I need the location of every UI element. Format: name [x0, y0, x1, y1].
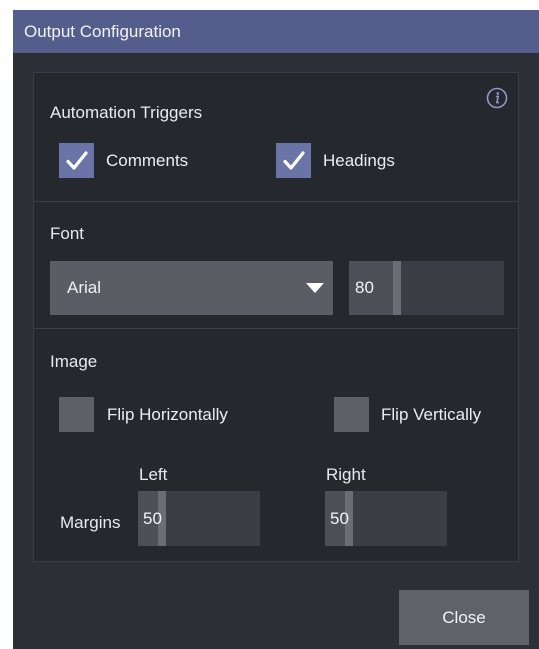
comments-checkbox-row[interactable]: Comments — [59, 143, 188, 178]
font-family-value: Arial — [67, 278, 102, 297]
flip-vertical-checkbox-row[interactable]: Flip Vertically — [334, 397, 481, 432]
flip-horizontal-checkbox-row[interactable]: Flip Horizontally — [59, 397, 228, 432]
info-icon[interactable] — [486, 87, 508, 109]
comments-checkbox[interactable] — [59, 143, 94, 178]
font-family-dropdown[interactable]: Arial — [50, 261, 333, 315]
headings-checkbox-row[interactable]: Headings — [276, 143, 395, 178]
flip-vertical-label: Flip Vertically — [381, 404, 482, 424]
font-size-slider[interactable]: 80 — [349, 261, 504, 315]
left-margin-label: Left — [139, 465, 168, 484]
right-margin-value: 50 — [330, 508, 349, 528]
image-section: Image Flip Horizontally Flip Vertically … — [34, 329, 518, 561]
dialog-title: Output Configuration — [13, 10, 539, 53]
font-title: Font — [50, 224, 85, 243]
output-configuration-dialog: Output Configuration Automation Triggers… — [13, 10, 539, 649]
right-margin-label: Right — [326, 465, 366, 484]
close-button[interactable]: Close — [399, 590, 529, 645]
chevron-down-icon — [306, 283, 324, 293]
settings-panel: Automation Triggers Comments Headings Fo… — [33, 72, 519, 562]
font-size-value: 80 — [355, 278, 374, 297]
margins-label: Margins — [60, 513, 121, 532]
image-title: Image — [50, 352, 98, 371]
automation-triggers-title: Automation Triggers — [50, 103, 203, 122]
right-margin-slider[interactable]: 50 — [325, 491, 447, 546]
flip-horizontal-checkbox[interactable] — [59, 397, 94, 432]
checkmark-icon — [65, 150, 88, 170]
left-margin-value: 50 — [143, 508, 162, 528]
font-size-slider-handle[interactable] — [393, 261, 401, 315]
flip-horizontal-label: Flip Horizontally — [107, 404, 228, 424]
left-margin-slider[interactable]: 50 — [138, 491, 260, 546]
comments-label: Comments — [106, 150, 189, 170]
font-section: Font Arial 80 — [34, 202, 518, 328]
checkmark-icon — [282, 150, 305, 170]
headings-label: Headings — [323, 150, 395, 170]
headings-checkbox[interactable] — [276, 143, 311, 178]
flip-vertical-checkbox[interactable] — [334, 397, 369, 432]
automation-triggers-section: Automation Triggers Comments Headings — [34, 73, 518, 201]
